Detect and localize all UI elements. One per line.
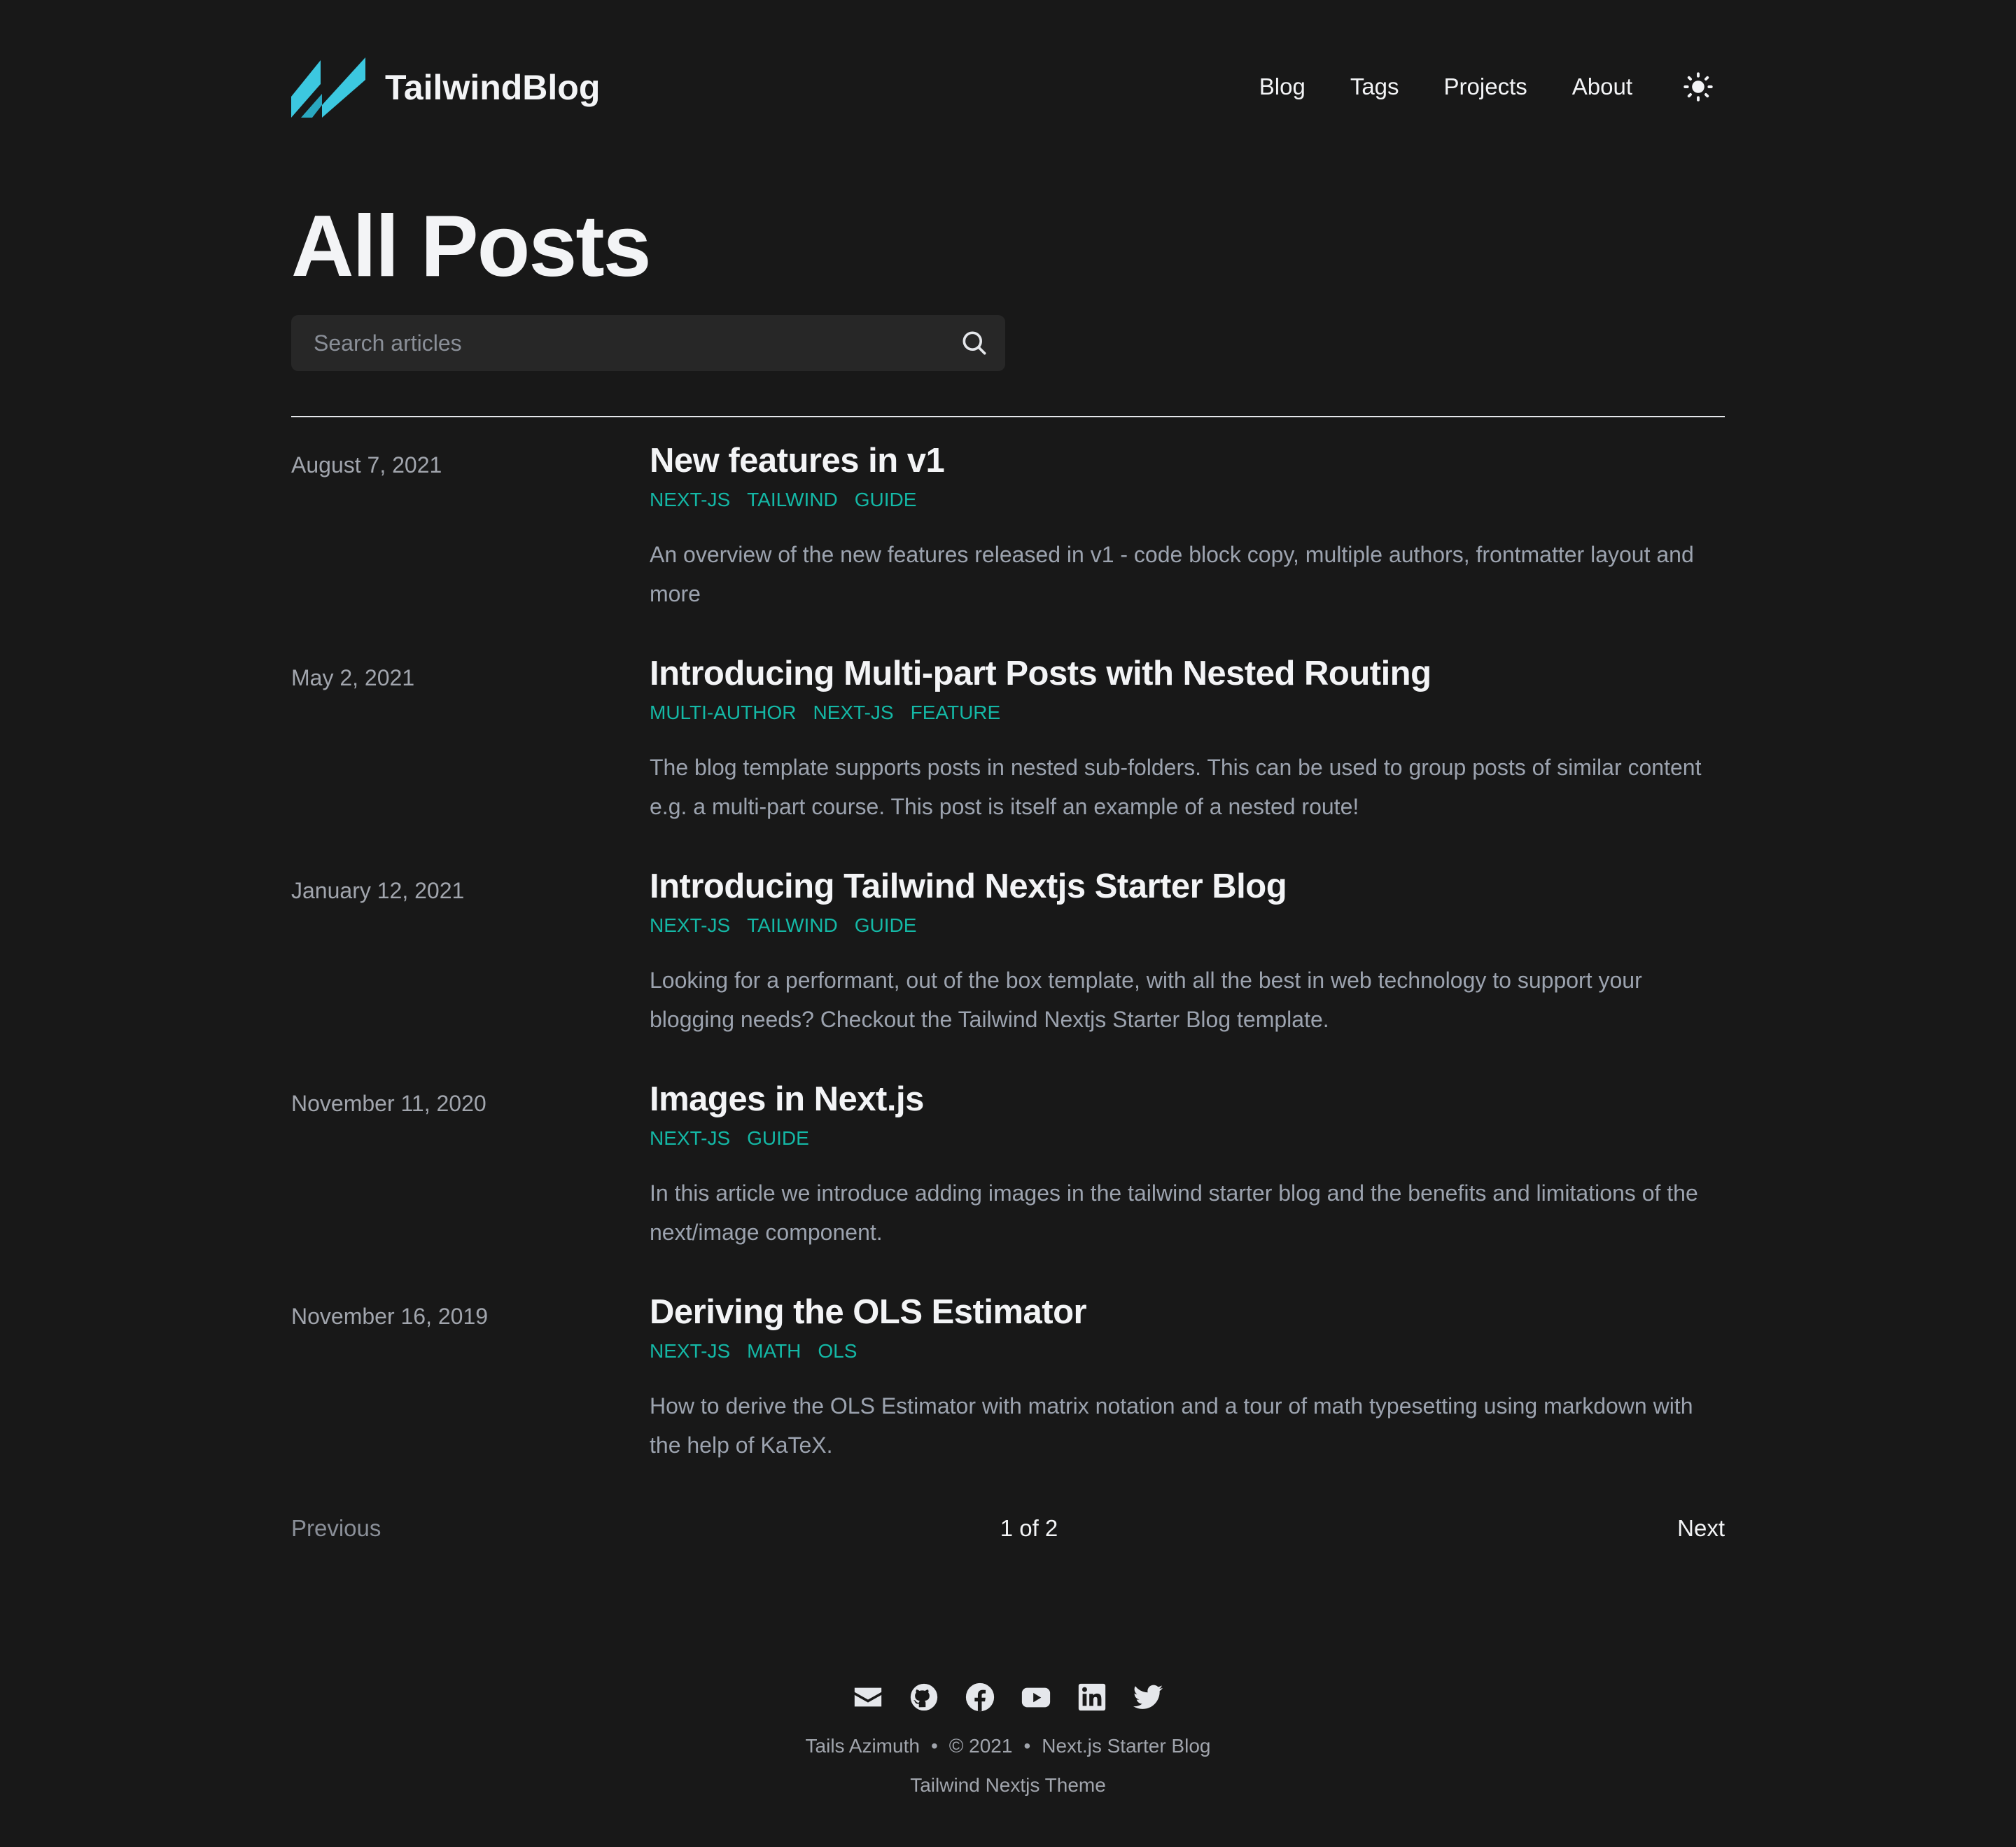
- github-icon: [910, 1683, 938, 1711]
- search-box: [291, 315, 1005, 371]
- tag-link[interactable]: NEXT-JS: [650, 1124, 730, 1152]
- footer-copyright: © 2021: [948, 1735, 1013, 1757]
- footer-credit: Tailwind Nextjs Theme: [291, 1774, 1725, 1797]
- github-link[interactable]: [907, 1680, 941, 1714]
- twitter-link[interactable]: [1131, 1680, 1165, 1714]
- tag-link[interactable]: OLS: [818, 1337, 857, 1365]
- youtube-link[interactable]: [1019, 1680, 1053, 1714]
- footer-info: Tails Azimuth • © 2021 • Next.js Starter Blo…: [291, 1735, 1725, 1757]
- post-body: Introducing Multi-part Posts with Nested…: [650, 651, 1725, 826]
- tag-link[interactable]: GUIDE: [855, 486, 917, 514]
- post-tags: NEXT-JS TAILWIND GUIDE: [650, 486, 1725, 514]
- post-body: New features in v1 NEXT-JS TAILWIND GUID…: [650, 438, 1725, 613]
- post-title-link[interactable]: Introducing Tailwind Nextjs Starter Blog: [650, 864, 1725, 909]
- nav-link-tags[interactable]: Tags: [1350, 74, 1399, 100]
- tag-link[interactable]: FEATURE: [911, 699, 1001, 727]
- tag-link[interactable]: GUIDE: [855, 912, 917, 940]
- tag-link[interactable]: GUIDE: [747, 1124, 809, 1152]
- youtube-icon: [1021, 1687, 1051, 1708]
- page-info: 1 of 2: [1000, 1515, 1058, 1541]
- mail-link[interactable]: [851, 1680, 885, 1714]
- theme-credit-link[interactable]: Tailwind Nextjs Theme: [910, 1774, 1106, 1796]
- sun-icon: [1684, 72, 1713, 102]
- post-title-link[interactable]: Images in Next.js: [650, 1077, 1725, 1122]
- tag-link[interactable]: TAILWIND: [747, 486, 838, 514]
- page-info-wrapper: 1 of 2: [291, 1515, 1725, 1542]
- pagination: Previous 1 of 2 Next: [291, 1515, 1725, 1554]
- tag-link[interactable]: MULTI-AUTHOR: [650, 699, 796, 727]
- post-summary: The blog template supports posts in nest…: [650, 755, 1702, 819]
- post-tags: MULTI-AUTHOR NEXT-JS FEATURE: [650, 699, 1725, 727]
- linkedin-icon: [1078, 1683, 1106, 1711]
- tag-link[interactable]: MATH: [747, 1337, 801, 1365]
- nav-link-projects[interactable]: Projects: [1444, 74, 1527, 100]
- next-button[interactable]: Next: [1677, 1515, 1725, 1542]
- tag-link[interactable]: NEXT-JS: [650, 486, 730, 514]
- divider: [291, 416, 1725, 417]
- nav-link-blog[interactable]: Blog: [1259, 74, 1306, 100]
- facebook-link[interactable]: [963, 1680, 997, 1714]
- facebook-icon: [965, 1682, 995, 1712]
- post-date: May 2, 2021: [291, 665, 415, 690]
- site-header: TailwindBlog Blog Tags Projects About: [291, 50, 1725, 127]
- post-summary: Looking for a performant, out of the box…: [650, 968, 1642, 1032]
- nav-link-about[interactable]: About: [1572, 74, 1632, 100]
- post-tags: NEXT-JS MATH OLS: [650, 1337, 1725, 1365]
- tag-link[interactable]: NEXT-JS: [650, 912, 730, 940]
- logo-icon: [291, 57, 365, 118]
- post-date: November 16, 2019: [291, 1304, 489, 1329]
- post-title-link[interactable]: New features in v1: [650, 438, 1725, 483]
- footer-bullet: •: [1023, 1735, 1031, 1757]
- page: TailwindBlog Blog Tags Projects About Al…: [0, 0, 2016, 1847]
- main-nav: Blog Tags Projects About: [1214, 50, 1725, 123]
- post-body: Deriving the OLS Estimator NEXT-JS MATH …: [650, 1290, 1725, 1465]
- social-links: [291, 1680, 1725, 1714]
- logo-text: TailwindBlog: [385, 68, 601, 107]
- post-title-link[interactable]: Introducing Multi-part Posts with Nested…: [650, 651, 1725, 696]
- tag-link[interactable]: NEXT-JS: [650, 1337, 730, 1365]
- post-summary: An overview of the new features released…: [650, 542, 1694, 606]
- post-summary: In this article we introduce adding imag…: [650, 1180, 1698, 1245]
- tag-link[interactable]: TAILWIND: [747, 912, 838, 940]
- post-title-link[interactable]: Deriving the OLS Estimator: [650, 1290, 1725, 1334]
- theme-toggle-button[interactable]: [1683, 71, 1714, 102]
- home-logo-link[interactable]: TailwindBlog: [291, 57, 600, 118]
- post-date: November 11, 2020: [291, 1091, 486, 1116]
- post-body: Images in Next.js NEXT-JS GUIDE In this …: [650, 1077, 1725, 1252]
- page-title: All Posts: [291, 198, 652, 295]
- footer-bullet: •: [930, 1735, 938, 1757]
- post-tags: NEXT-JS GUIDE: [650, 1124, 1725, 1152]
- linkedin-link[interactable]: [1075, 1680, 1109, 1714]
- post-date: August 7, 2021: [291, 452, 442, 478]
- footer-author: Tails Azimuth: [805, 1735, 920, 1757]
- post-tags: NEXT-JS TAILWIND GUIDE: [650, 912, 1725, 940]
- tag-link[interactable]: NEXT-JS: [813, 699, 893, 727]
- footer-site-link[interactable]: Next.js Starter Blog: [1042, 1735, 1210, 1757]
- post-body: Introducing Tailwind Nextjs Starter Blog…: [650, 864, 1725, 1039]
- search-input[interactable]: [291, 315, 965, 371]
- post-summary: How to derive the OLS Estimator with mat…: [650, 1393, 1693, 1458]
- twitter-icon: [1133, 1685, 1163, 1709]
- mail-icon: [854, 1687, 882, 1707]
- post-date: January 12, 2021: [291, 878, 465, 903]
- search-icon: [962, 331, 986, 355]
